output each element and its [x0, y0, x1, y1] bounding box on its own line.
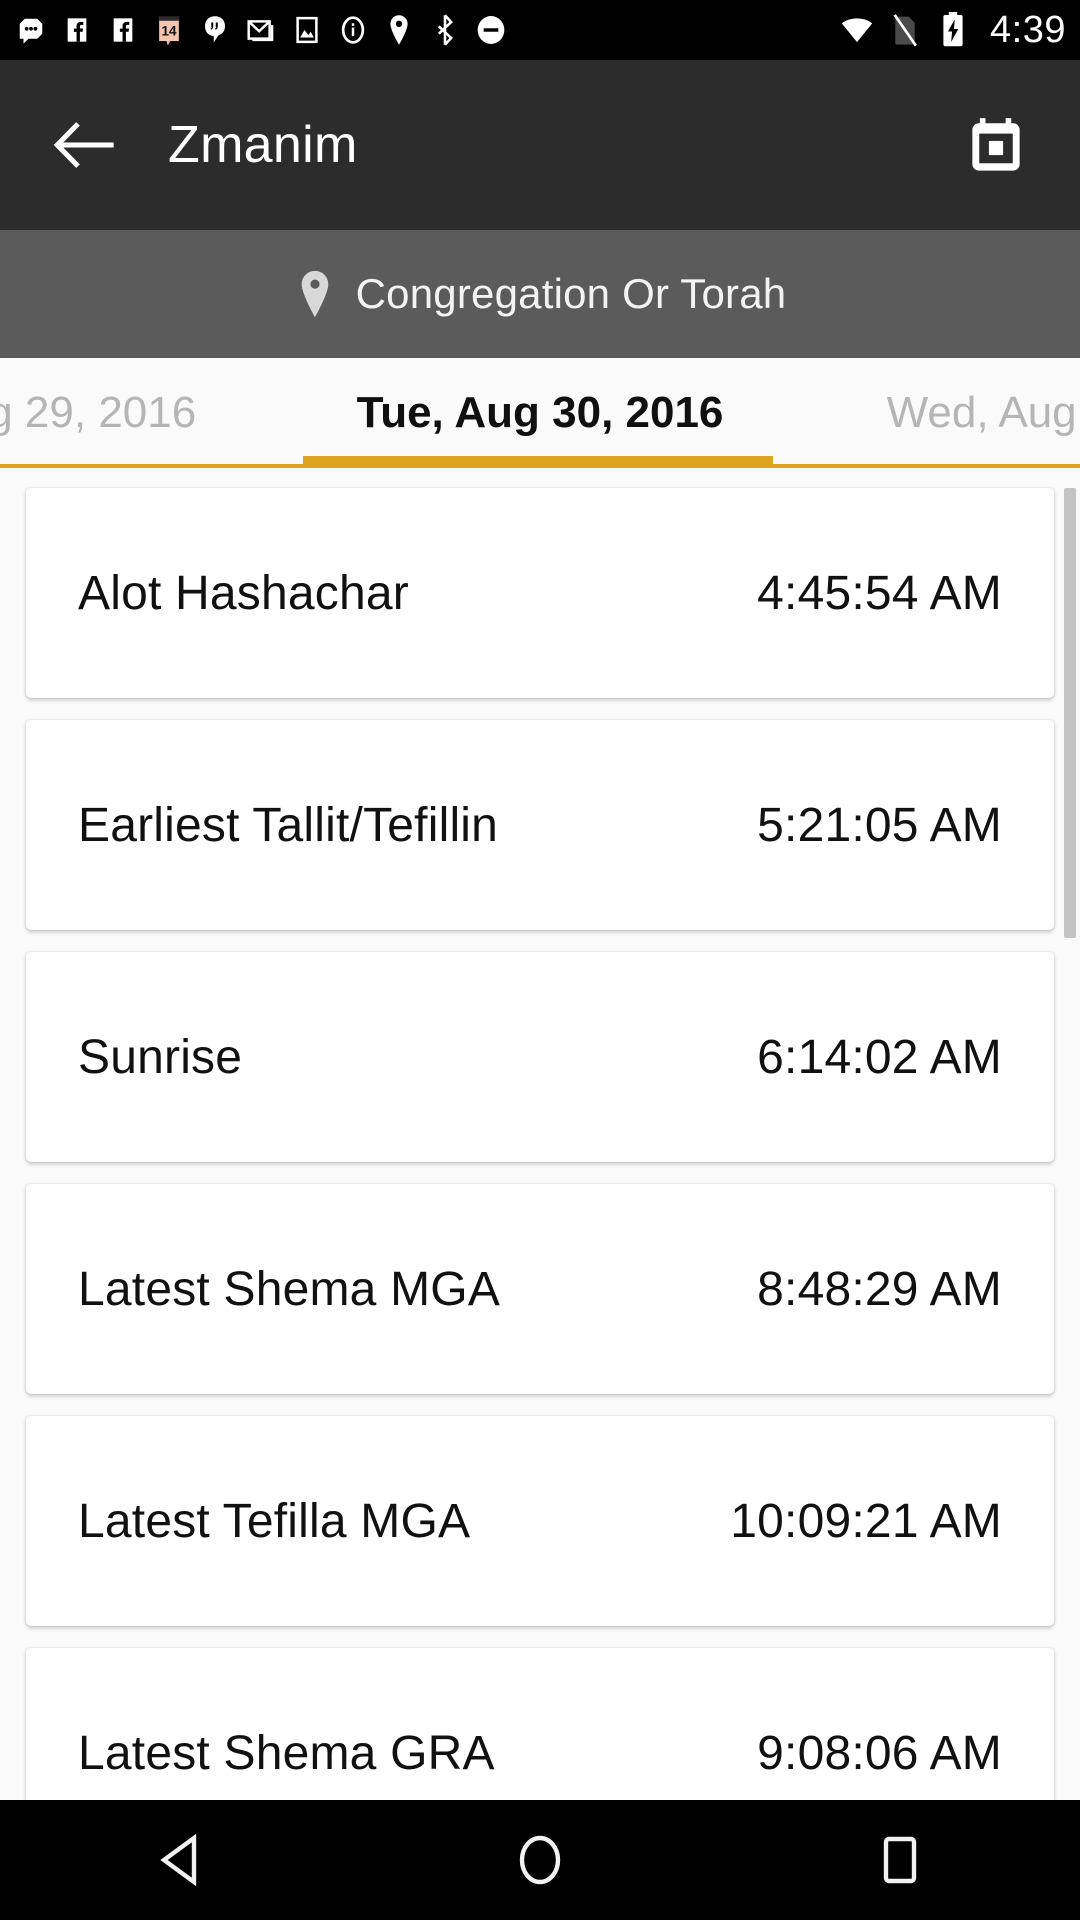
hangouts-icon — [198, 13, 232, 47]
photo-icon — [290, 13, 324, 47]
zman-row[interactable]: Earliest Tallit/Tefillin 5:21:05 AM — [26, 720, 1054, 930]
facebook-icon — [60, 13, 94, 47]
phone-screen: 14 4:39 Zmanim Congregation Or Torah g 2… — [0, 0, 1080, 1920]
status-bar-system-icons: 4:39 — [840, 11, 1066, 49]
info-icon — [336, 13, 370, 47]
zman-row[interactable]: Latest Tefilla MGA 10:09:21 AM — [26, 1416, 1054, 1626]
zman-row[interactable]: Latest Shema MGA 8:48:29 AM — [26, 1184, 1054, 1394]
zman-time: 10:09:21 AM — [730, 1494, 1002, 1548]
system-navigation-bar — [0, 1800, 1080, 1920]
wifi-icon — [840, 13, 874, 47]
calendar-icon — [972, 118, 1020, 171]
tab-next-day[interactable]: Wed, Aug 3 — [760, 358, 1080, 468]
date-tab-strip[interactable]: ug 29, 2016 Tue, Aug 30, 2016 Wed, Aug 3 — [0, 358, 1080, 468]
back-button[interactable] — [52, 113, 116, 177]
list-scrollbar[interactable] — [1064, 488, 1076, 938]
tab-prev-day[interactable]: ug 29, 2016 — [0, 358, 320, 468]
zmanim-list[interactable]: Alot Hashachar 4:45:54 AM Earliest Talli… — [0, 470, 1080, 1800]
map-pin-icon — [294, 268, 336, 320]
gmail-icon — [244, 13, 278, 47]
zman-time: 4:45:54 AM — [757, 566, 1002, 620]
calendar-button[interactable] — [964, 113, 1028, 177]
messages-icon — [14, 13, 48, 47]
bluetooth-icon — [428, 13, 462, 47]
zman-name: Alot Hashachar — [78, 566, 409, 620]
battery-charging-icon — [936, 12, 970, 47]
nav-back-button[interactable] — [120, 1800, 240, 1920]
nav-recents-button[interactable] — [840, 1800, 960, 1920]
zman-row[interactable]: Alot Hashachar 4:45:54 AM — [26, 488, 1054, 698]
tab-current-day[interactable]: Tue, Aug 30, 2016 — [300, 358, 780, 468]
status-bar: 14 4:39 — [0, 0, 1080, 60]
tab-active-indicator — [303, 456, 773, 468]
date-tab-row: ug 29, 2016 Tue, Aug 30, 2016 Wed, Aug 3 — [0, 358, 1080, 468]
zman-row[interactable]: Latest Shema GRA 9:08:06 AM — [26, 1648, 1054, 1800]
app-bar: Zmanim — [0, 60, 1080, 230]
circle-home-icon — [519, 1835, 561, 1885]
no-sim-icon — [888, 13, 922, 47]
zman-time: 8:48:29 AM — [757, 1262, 1002, 1316]
zman-time: 9:08:06 AM — [757, 1726, 1002, 1780]
location-icon — [382, 13, 416, 47]
calendar-14-icon: 14 — [152, 13, 186, 47]
do-not-disturb-icon — [474, 13, 508, 47]
status-bar-notification-icons: 14 — [14, 13, 840, 47]
zman-row[interactable]: Sunrise 6:14:02 AM — [26, 952, 1054, 1162]
zman-time: 6:14:02 AM — [757, 1030, 1002, 1084]
triangle-back-icon — [160, 1834, 197, 1886]
zman-name: Latest Shema GRA — [78, 1726, 495, 1780]
arrow-left-icon — [53, 122, 114, 168]
zman-name: Sunrise — [78, 1030, 243, 1084]
zman-name: Earliest Tallit/Tefillin — [78, 798, 499, 852]
zman-time: 5:21:05 AM — [757, 798, 1002, 852]
svg-text:14: 14 — [161, 24, 177, 39]
nav-home-button[interactable] — [480, 1800, 600, 1920]
square-recents-icon — [883, 1836, 917, 1884]
status-bar-clock: 4:39 — [990, 9, 1066, 51]
zman-name: Latest Tefilla MGA — [78, 1494, 471, 1548]
zman-name: Latest Shema MGA — [78, 1262, 501, 1316]
location-name: Congregation Or Torah — [355, 270, 787, 317]
page-title: Zmanim — [168, 116, 358, 174]
location-bar[interactable]: Congregation Or Torah — [0, 230, 1080, 358]
facebook-icon — [106, 13, 140, 47]
